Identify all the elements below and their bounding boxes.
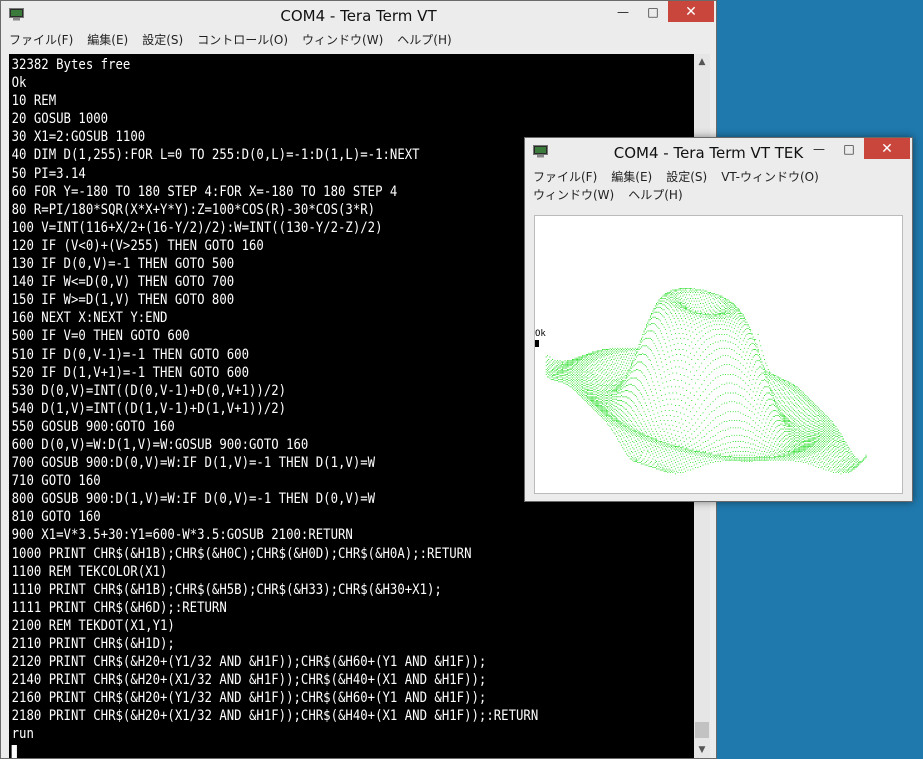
vt-titlebar[interactable]: COM4 - Tera Term VT — □ ✕ (1, 1, 716, 31)
terminal-line: 40 DIM D(1,255):FOR L=0 TO 255:D(0,L)=-1… (11, 147, 420, 164)
tek-minimize-button[interactable]: — (804, 138, 834, 159)
tek-titlebar[interactable]: COM4 - Tera Term VT TEK — □ ✕ (525, 138, 912, 168)
terminal-line: 800 GOSUB 900:D(1,V)=W:IF D(0,V)=-1 THEN… (11, 491, 376, 508)
terminal-line: 2180 PRINT CHR$(&H20+(X1/32 AND &H1F));C… (11, 708, 539, 725)
terminal-line: 520 IF D(1,V+1)=-1 THEN GOTO 600 (11, 364, 249, 381)
terminal-line: 150 IF W>=D(1,V) THEN GOTO 800 (11, 292, 235, 309)
terminal-line: 30 X1=2:GOSUB 1100 (11, 129, 146, 146)
tek-menu-item-1[interactable]: 編集(E) (611, 168, 652, 186)
vt-menu-item-0[interactable]: ファイル(F) (9, 31, 73, 49)
sombrero-surface-plot (545, 288, 867, 475)
tek-maximize-button[interactable]: □ (834, 138, 864, 159)
terminal-line: 130 IF D(0,V)=-1 THEN GOTO 500 (11, 256, 235, 273)
terminal-line: 140 IF W<=D(0,V) THEN GOTO 700 (11, 274, 235, 291)
vt-menu-item-3[interactable]: コントロール(O) (197, 31, 288, 49)
tek-menu-item-0[interactable]: ファイル(F) (533, 168, 597, 186)
terminal-line: 500 IF V=0 THEN GOTO 600 (11, 328, 190, 345)
scroll-up-arrow-icon[interactable]: ▲ (694, 54, 710, 70)
terminal-line: 600 D(0,V)=W:D(1,V)=W:GOSUB 900:GOTO 160 (11, 436, 309, 453)
tek-menubar: ファイル(F) 編集(E) 設定(S) VT-ウィンドウ(O) ウィンドウ(W) ヘルプ(… (525, 168, 912, 204)
terminal-line: 10 REM (11, 93, 57, 110)
terminal-line: 1110 PRINT CHR$(&H1B);CHR$(&H5B);CHR$(&H… (11, 581, 442, 598)
terminal-line: 80 R=PI/180*SQR(X*X+Y*Y):Z=100*COS(R)-30… (11, 201, 376, 218)
tek-close-button[interactable]: ✕ (864, 138, 910, 159)
surface-dots (545, 288, 867, 475)
terminal-line: 550 GOSUB 900:GOTO 160 (11, 418, 175, 435)
terminal-line: 160 NEXT X:NEXT Y:END (11, 310, 168, 327)
scrollbar-thumb[interactable] (695, 722, 709, 738)
vt-menubar: ファイル(F) 編集(E) 設定(S) コントロール(O) ウィンドウ(W) ヘルプ(H) (1, 31, 716, 49)
terminal-output: 32382 Bytes free Ok 10 REM 20 GOSUB 1000 30 … (9, 54, 612, 758)
tek-cursor (535, 340, 539, 347)
terminal-line: run (11, 726, 34, 743)
terminal-line: 120 IF (V<0)+(V>255) THEN GOTO 160 (11, 237, 264, 254)
tek-menu-item-4[interactable]: ウィンドウ(W) (533, 186, 614, 204)
vt-minimize-button[interactable]: — (608, 1, 638, 22)
terminal-line: 2110 PRINT CHR$(&H1D); (11, 636, 175, 652)
terminal-line: 100 V=INT(116+X/2+(16-Y/2)/2):W=INT((130… (11, 219, 383, 236)
tek-window: COM4 - Tera Term VT TEK — □ ✕ ファイル(F) 編集(… (524, 137, 913, 502)
terminal-line: 20 GOSUB 1000 (11, 111, 109, 128)
text-cursor (11, 744, 17, 758)
terminal-line: 60 FOR Y=-180 TO 180 STEP 4:FOR X=-180 T… (11, 183, 398, 200)
terminal-line: 1111 PRINT CHR$(&H6D);:RETURN (11, 599, 227, 616)
terminal-line: 2140 PRINT CHR$(&H20+(X1/32 AND &H1F));C… (11, 672, 487, 689)
vt-menu-item-4[interactable]: ウィンドウ(W) (302, 31, 383, 49)
terminal-line: 2160 PRINT CHR$(&H20+(Y1/32 AND &H1F));C… (11, 690, 487, 707)
terminal-line: 510 IF D(0,V-1)=-1 THEN GOTO 600 (11, 346, 249, 363)
terminal-line: 540 D(1,V)=INT((D(1,V-1)+D(1,V+1))/2) (11, 400, 287, 417)
vt-menu-item-2[interactable]: 設定(S) (142, 31, 183, 49)
vt-menu-item-1[interactable]: 編集(E) (87, 31, 128, 49)
terminal-line: 530 D(0,V)=INT((D(0,V-1)+D(0,V+1))/2) (11, 382, 287, 399)
terminal-line: 700 GOSUB 900:D(0,V)=W:IF D(1,V)=-1 THEN… (11, 455, 376, 472)
terminal-line: 710 GOTO 160 (11, 473, 101, 490)
tek-graphics-screen[interactable]: Ok (534, 215, 903, 494)
vt-maximize-button[interactable]: □ (638, 1, 668, 22)
scroll-down-arrow-icon[interactable]: ▼ (694, 742, 710, 758)
tek-menu-item-3[interactable]: VT-ウィンドウ(O) (721, 168, 819, 186)
terminal-line: 810 GOTO 160 (11, 509, 101, 526)
terminal-line: 32382 Bytes free (11, 57, 131, 73)
terminal-line: 2120 PRINT CHR$(&H20+(Y1/32 AND &H1F));C… (11, 654, 487, 671)
terminal-line: 1100 REM TEKCOLOR(X1) (11, 563, 168, 580)
terminal-line: 2100 REM TEKDOT(X1,Y1) (11, 617, 175, 634)
tek-menu-item-5[interactable]: ヘルプ(H) (628, 186, 682, 204)
terminal-line: 50 PI=3.14 (11, 165, 86, 182)
terminal-line: Ok (11, 75, 27, 92)
vt-close-button[interactable]: ✕ (668, 1, 714, 22)
tek-menu-item-2[interactable]: 設定(S) (666, 168, 707, 186)
terminal-line: 900 X1=V*3.5+30:Y1=600-W*3.5:GOSUB 2100:… (11, 527, 353, 544)
vt-menu-item-5[interactable]: ヘルプ(H) (397, 31, 451, 49)
terminal-line: 1000 PRINT CHR$(&H1B);CHR$(&H0C);CHR$(&H… (11, 545, 472, 562)
tek-ok-text: Ok (535, 329, 546, 339)
